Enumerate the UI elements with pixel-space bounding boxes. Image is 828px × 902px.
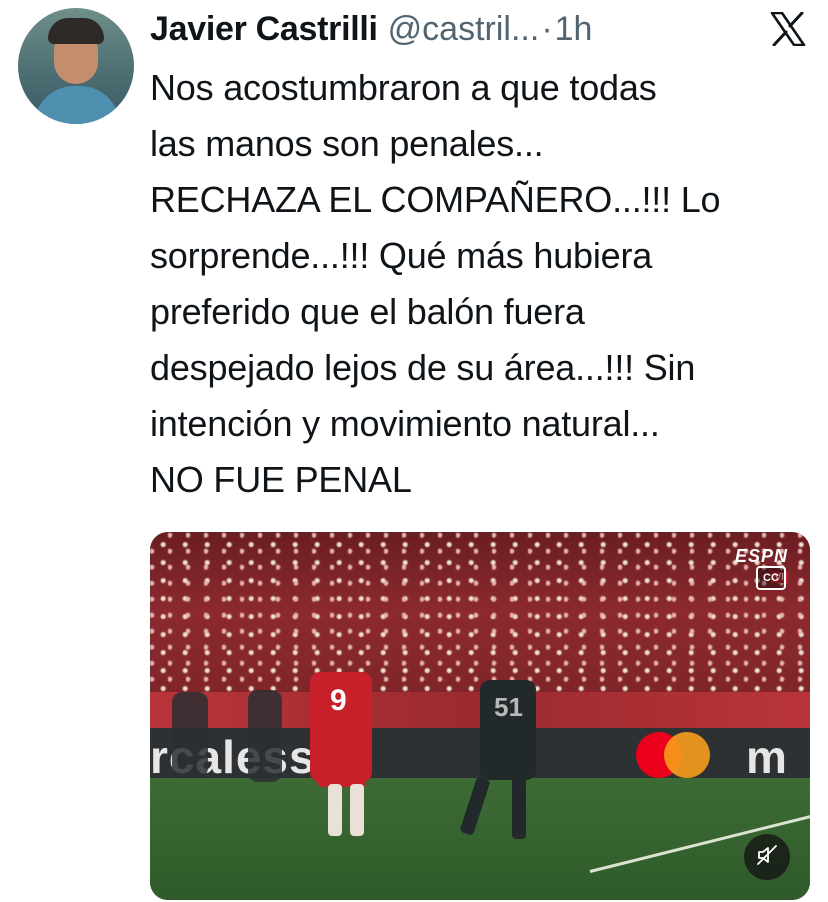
mute-icon	[755, 843, 779, 872]
player-red-shorts	[318, 747, 366, 787]
video-player[interactable]: rcaless m 9 51 ESPN VI CC	[150, 532, 810, 900]
player-red-leg	[328, 784, 342, 836]
player-red-leg	[350, 784, 364, 836]
mastercard-logo-icon	[636, 732, 726, 778]
avatar-shirt	[34, 86, 120, 124]
player-background-2	[248, 690, 282, 782]
x-logo-icon[interactable]	[770, 11, 806, 47]
separator: ·	[541, 9, 553, 48]
mute-button[interactable]	[744, 834, 790, 880]
avatar-hair	[48, 18, 104, 44]
closed-captions-icon[interactable]: CC	[756, 566, 786, 590]
author-name[interactable]: Javier Castrilli	[150, 10, 378, 49]
author-handle[interactable]: @castril...	[388, 10, 540, 49]
espn-logo-text: ESPN	[734, 546, 788, 566]
tweet-text: Nos acostumbraron a que todas las manos …	[150, 67, 721, 500]
timestamp[interactable]: 1h	[555, 10, 593, 49]
tweet-header: Javier Castrilli @castril... · 1h	[150, 6, 808, 52]
ad-board-text-right: m	[746, 731, 787, 783]
player-background-1	[172, 692, 208, 778]
player-dark-number: 51	[494, 692, 523, 722]
player-dark-leg	[512, 777, 526, 839]
avatar[interactable]	[18, 8, 134, 124]
player-red-number: 9	[330, 684, 347, 717]
